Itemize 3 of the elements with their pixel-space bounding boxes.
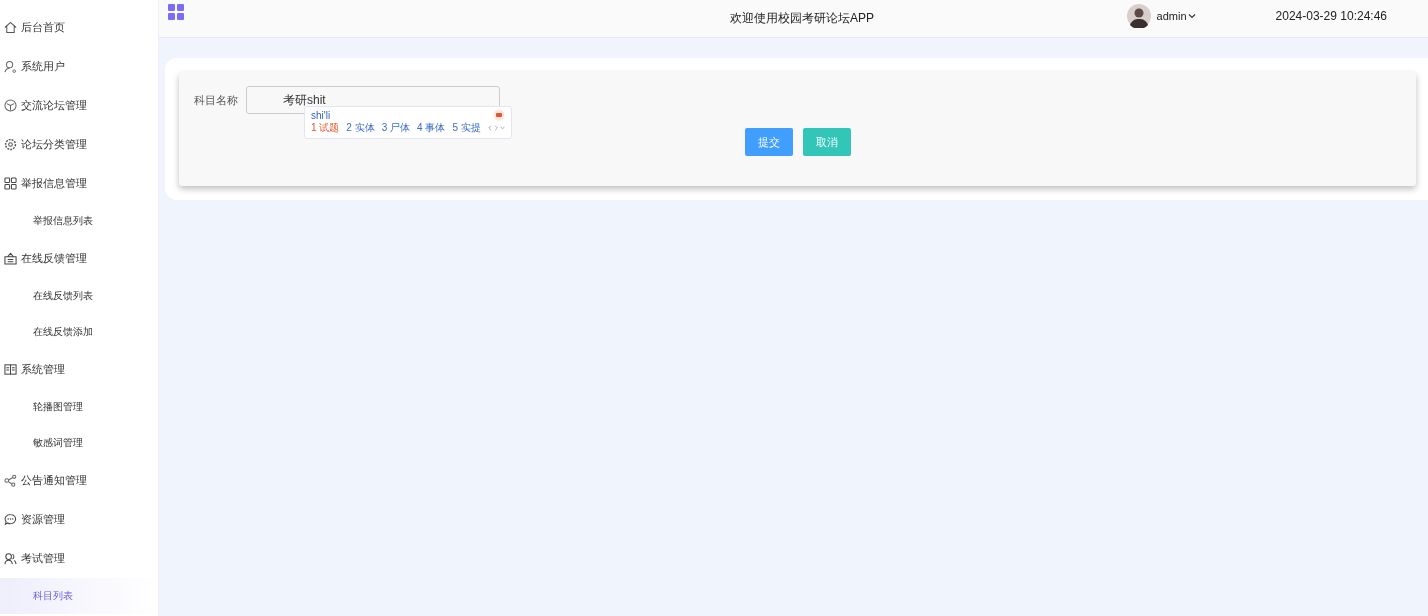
datetime: 2024-03-29 10:24:46 — [1275, 8, 1387, 23]
app-title: 欢迎使用校园考研论坛APP — [730, 10, 874, 27]
field-label: 科目名称 — [194, 92, 238, 108]
